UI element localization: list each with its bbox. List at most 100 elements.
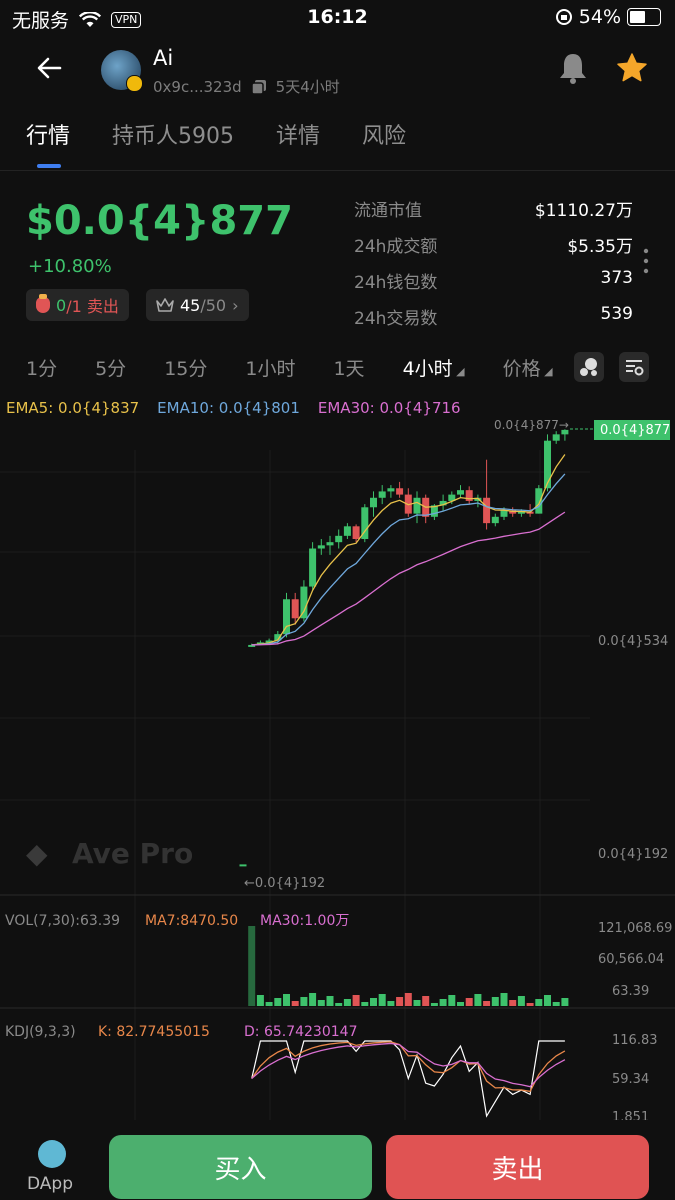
volume-bar (422, 996, 430, 1006)
stat-label-trades: 24h交易数 (354, 309, 438, 329)
candle-body (535, 488, 543, 514)
tf-1m[interactable]: 1分 (26, 354, 57, 381)
dropdown-triangle-icon: ◢ (540, 365, 553, 378)
candle-body (317, 545, 325, 549)
tab-holders[interactable]: 持币人5905 (112, 118, 234, 150)
volume-bar (413, 1000, 421, 1006)
tf-1h[interactable]: 1小时 (245, 354, 295, 381)
candle-body (396, 488, 404, 495)
back-arrow-icon[interactable] (36, 56, 62, 80)
chart-grid (0, 450, 590, 1120)
bell-icon[interactable] (558, 52, 588, 84)
volume-bar (343, 999, 351, 1006)
candle-body (457, 490, 464, 495)
tab-market[interactable]: 行情 (26, 118, 70, 150)
stat-value-volume: $5.35万 (567, 237, 633, 257)
tf-5m[interactable]: 5分 (95, 354, 126, 381)
tf-4h[interactable]: 4小时 ◢ (403, 354, 465, 381)
kdj-j-line (251, 1040, 565, 1118)
volume-bar (248, 926, 256, 1006)
candles (239, 429, 569, 867)
volume-bar (404, 993, 412, 1006)
tf-4h-label: 4小时 (402, 358, 453, 380)
copy-icon[interactable] (251, 79, 266, 94)
score-badge[interactable]: 45/50 › (146, 289, 249, 321)
volume-bar (291, 1001, 299, 1006)
stat-value-wallets: 373 (600, 268, 633, 288)
tabs-divider (0, 170, 675, 171)
axis-label-mid: 0.0{4}534 (598, 634, 668, 649)
tf-15m[interactable]: 15分 (164, 354, 207, 381)
tax-badge[interactable]: 0/1 卖出 (26, 289, 129, 321)
candle-body (491, 516, 499, 524)
battery-icon (627, 8, 661, 26)
tf-price-label: 价格 (502, 358, 541, 380)
sell-button[interactable]: 卖出 (386, 1135, 649, 1199)
token-avatar (101, 50, 143, 92)
stat-label-wallets: 24h钱包数 (354, 273, 438, 293)
low-marker: ←0.0{4}192 (244, 876, 325, 891)
dapp-label[interactable]: DApp (27, 1174, 73, 1194)
volume-bar (283, 994, 290, 1006)
watermark-logo-icon: ◆ (26, 837, 48, 870)
volume-bar (457, 1002, 464, 1006)
candle-body (291, 599, 299, 619)
kdj-label: KDJ(9,3,3) (5, 1024, 76, 1040)
candle-body (370, 497, 377, 508)
candle-body (500, 510, 508, 517)
high-marker: 0.0{4}877→ (494, 420, 569, 432)
vol-axis-0: 121,068.69 (598, 921, 672, 936)
volume-bar (387, 1001, 395, 1006)
token-address[interactable]: 0x9c...323d (153, 78, 242, 96)
bubbles-icon (580, 358, 597, 376)
main-tabs: 行情 持币人5905 详情 风险 (26, 118, 406, 150)
volume-bar (396, 997, 404, 1006)
bsc-chain-icon (126, 75, 143, 92)
buy-button[interactable]: 买入 (109, 1135, 372, 1199)
volume-bar (465, 998, 473, 1006)
volume-bar (526, 1003, 534, 1006)
volume-bar (335, 1003, 343, 1006)
candle-body (300, 586, 308, 619)
score-value: 45 (180, 295, 201, 315)
timeframe-selector: 1分 5分 15分 1小时 1天 4小时 ◢ 价格 ◢ (26, 354, 591, 381)
volume-bar (491, 997, 499, 1006)
ema5-label: EMA5: 0.0{4}837 (6, 399, 140, 417)
chart-settings-button[interactable] (619, 352, 649, 382)
kdj-axis-0: 116.83 (612, 1033, 658, 1048)
volume-bar (317, 1000, 325, 1006)
kdj-k: K: 82.77455015 (98, 1024, 210, 1040)
battery-percent: 54% (578, 6, 621, 28)
volume-bar (544, 995, 551, 1006)
dapp-icon[interactable] (38, 1140, 66, 1168)
volume-bar (500, 993, 508, 1006)
tf-1d[interactable]: 1天 (333, 354, 364, 381)
current-price: $0.0{4}877 (26, 198, 293, 244)
volume-bar (326, 996, 334, 1006)
star-icon[interactable] (616, 52, 648, 84)
tf-price[interactable]: 价格 ◢ (503, 354, 553, 381)
stat-label-mcap: 流通市值 (354, 201, 422, 221)
watermark-text: Ave Pro (72, 837, 193, 870)
indicator-settings-button[interactable] (574, 352, 604, 382)
dropdown-triangle-icon: ◢ (452, 365, 465, 378)
volume-bar (448, 995, 456, 1006)
settings-list-icon (626, 360, 644, 376)
volume-bar (517, 996, 525, 1006)
tab-risk[interactable]: 风险 (362, 118, 406, 150)
kdj-d: D: 65.74230147 (244, 1024, 357, 1040)
price-chart[interactable]: ◆ Ave Pro 0.0{4}877→ 0.0{4}877 0.0{4}534… (0, 420, 675, 1120)
status-right: 54% (555, 6, 661, 28)
volume-bar (509, 1000, 517, 1006)
token-age: 5天4小时 (275, 78, 340, 96)
ema10-label: EMA10: 0.0{4}801 (157, 399, 300, 417)
candle-body (335, 535, 343, 543)
volume-bar (561, 998, 569, 1006)
tax-sell-value: /1 卖出 (66, 297, 119, 316)
vol-axis-2: 63.39 (612, 984, 649, 999)
tab-details[interactable]: 详情 (276, 118, 320, 150)
status-bar: 无服务 VPN 16:12 54% (0, 0, 675, 36)
candle-body (378, 491, 386, 498)
more-vertical-icon[interactable] (642, 248, 650, 274)
candle-body (309, 548, 317, 587)
